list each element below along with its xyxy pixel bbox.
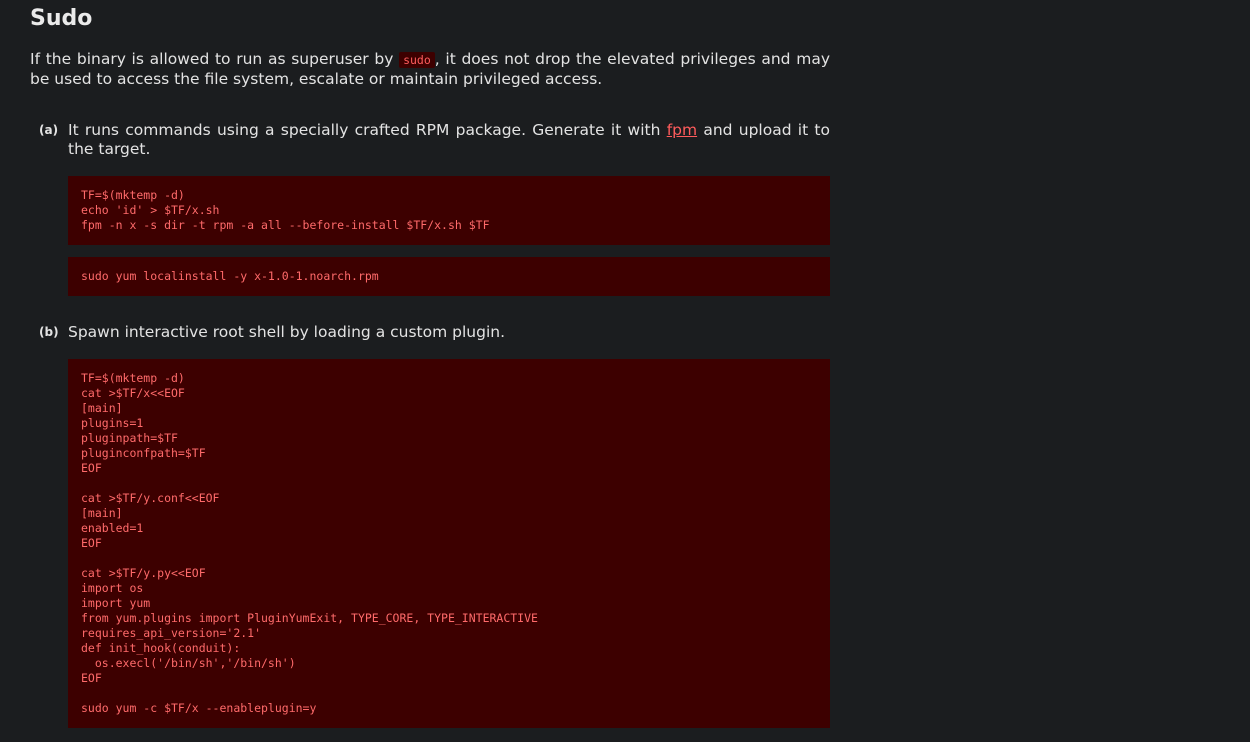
- intro-text-start: If the binary is allowed to run as super…: [30, 50, 400, 68]
- section-intro: If the binary is allowed to run as super…: [30, 50, 830, 89]
- item-marker-a: (a): [39, 123, 59, 137]
- list-item-a: (a) It runs commands using a specially c…: [30, 121, 830, 296]
- content-column: Sudo If the binary is allowed to run as …: [30, 0, 830, 728]
- item-description-b: Spawn interactive root shell by loading …: [68, 323, 505, 341]
- section-title: Sudo: [30, 6, 93, 31]
- code-block-fpm: TF=$(mktemp -d) echo 'id' > $TF/x.sh fpm…: [68, 176, 830, 245]
- fpm-link[interactable]: fpm: [667, 121, 697, 139]
- inline-code-sudo: sudo: [399, 52, 435, 68]
- list-item-b: (b) Spawn interactive root shell by load…: [30, 323, 830, 728]
- item-marker-b: (b): [39, 325, 59, 339]
- item-a-text-start: It runs commands using a specially craft…: [68, 121, 667, 139]
- item-description-a: It runs commands using a specially craft…: [68, 121, 830, 159]
- code-block-yum-localinstall: sudo yum localinstall -y x-1.0-1.noarch.…: [68, 257, 830, 296]
- code-block-plugin: TF=$(mktemp -d) cat >$TF/x<<EOF [main] p…: [68, 359, 830, 728]
